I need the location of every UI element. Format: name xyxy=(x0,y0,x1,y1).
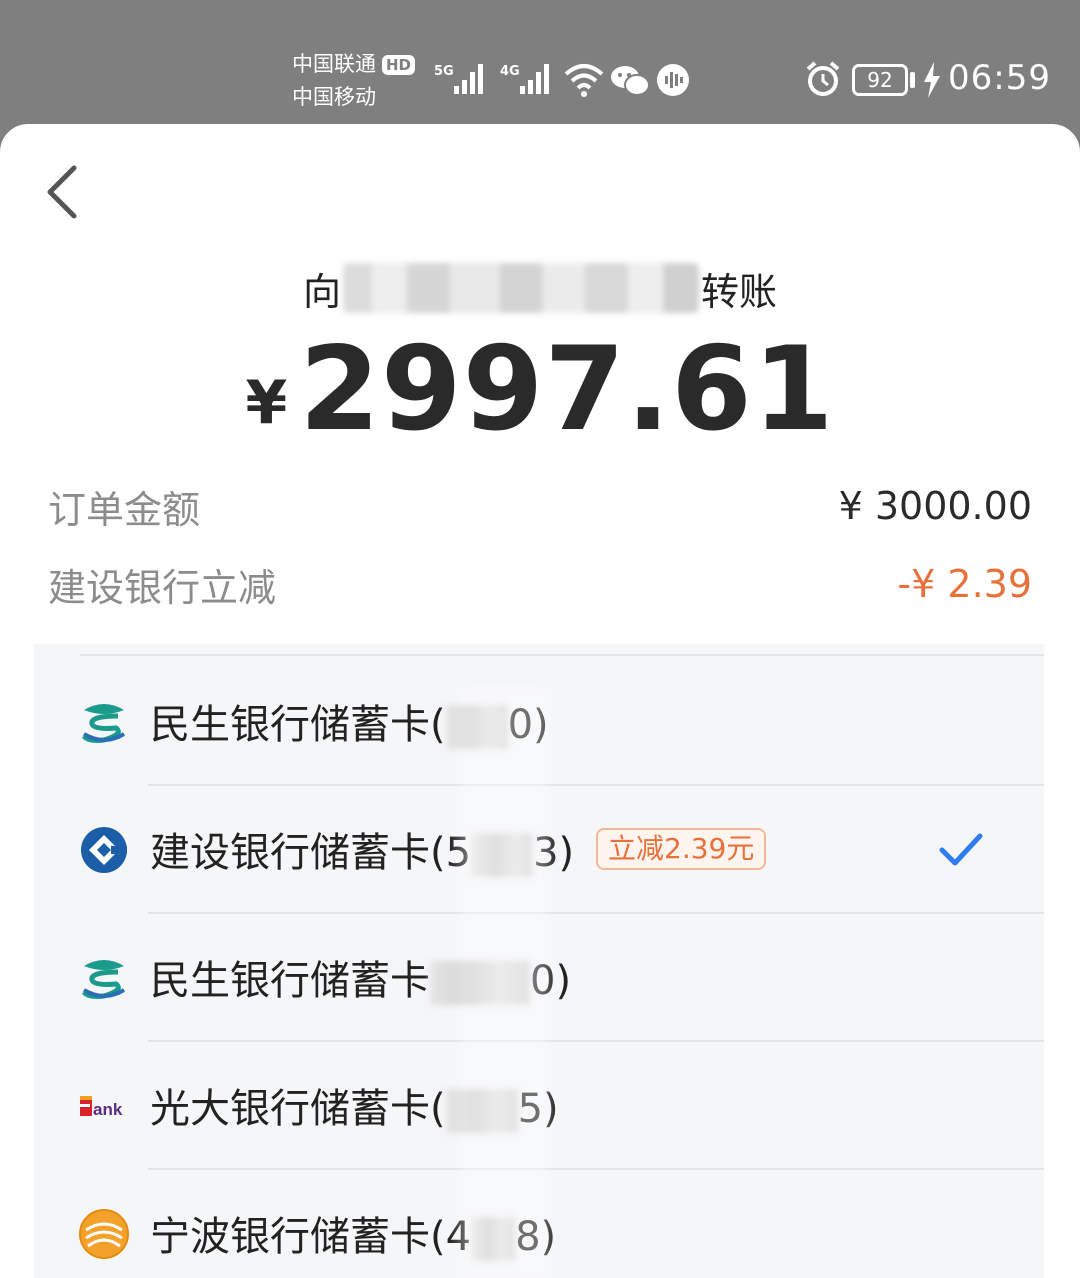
card-number-mask xyxy=(430,961,530,1005)
card-name: 民生银行储蓄卡(0) xyxy=(150,702,549,749)
discount-label: 建设银行立减 xyxy=(48,565,277,610)
carrier-info: 中国联通 HD 中国移动 xyxy=(292,48,416,114)
recipient-name-blurred xyxy=(343,263,699,313)
order-amount-value: ¥ 3000.00 xyxy=(838,484,1032,528)
signal-5g-label: 5G xyxy=(434,64,454,79)
transfer-recipient: 向 转账 xyxy=(0,256,1080,320)
wifi-icon xyxy=(564,64,604,97)
card-number-mask xyxy=(471,1217,516,1261)
discount-value: -¥ 2.39 xyxy=(897,562,1032,606)
order-amount-row: 订单金额 ¥ 3000.00 xyxy=(48,476,1032,536)
card-option-nbcb[interactable]: 宁波银行储蓄卡(4 8) xyxy=(34,1170,1044,1278)
clock: 06:59 xyxy=(948,58,1051,98)
card-name: 宁波银行储蓄卡(4 8) xyxy=(150,1214,557,1261)
battery-level: 92 xyxy=(867,68,893,92)
voice-icon xyxy=(657,64,689,96)
signal-4g-label: 4G xyxy=(500,64,520,79)
card-option-cmbc-1[interactable]: 民生银行储蓄卡(0) xyxy=(34,658,1044,786)
card-number-mask xyxy=(471,833,534,877)
recipient-suffix: 转账 xyxy=(701,269,778,314)
card-number-mask xyxy=(445,705,508,749)
signal-5g: 5G xyxy=(434,58,490,98)
signal-bars-icon xyxy=(520,64,549,94)
promo-badge: 立减2.39元 xyxy=(596,828,767,870)
signal-4g: 4G xyxy=(500,58,556,98)
chevron-left-icon[interactable] xyxy=(36,160,92,224)
svg-text:ank: ank xyxy=(93,1100,123,1119)
card-name: 民生银行储蓄卡 0) xyxy=(150,958,572,1005)
payment-sheet: 向 转账 ¥ 2997.61 订单金额 ¥ 3000.00 建设银行立减 -¥ … xyxy=(0,124,1080,1278)
card-option-ceb[interactable]: ank 光大银行储蓄卡(5) xyxy=(34,1042,1044,1170)
recipient-prefix: 向 xyxy=(302,269,341,314)
card-name: 建设银行储蓄卡(5 3) xyxy=(150,830,575,877)
card-name: 光大银行储蓄卡(5) xyxy=(150,1086,559,1133)
battery-icon: 92 xyxy=(852,64,908,96)
card-number-mask xyxy=(445,1089,518,1133)
hd-badge: HD xyxy=(382,54,416,75)
check-icon xyxy=(939,833,983,866)
currency-symbol: ¥ xyxy=(245,368,288,438)
ccb-bank-icon xyxy=(81,827,127,873)
order-amount-label: 订单金额 xyxy=(48,487,201,532)
charging-icon xyxy=(924,62,940,98)
nbcb-bank-icon xyxy=(79,1209,129,1259)
payment-card-list: 民生银行储蓄卡(0) 建设银行储蓄卡(5 3) 立减2.39元 民生银行储蓄卡… xyxy=(34,644,1044,1278)
cmbc-bank-icon xyxy=(81,960,126,999)
carrier-1-label: 中国联通 xyxy=(292,52,376,76)
alarm-icon xyxy=(806,61,840,96)
divider xyxy=(80,654,1044,656)
wechat-icon xyxy=(611,66,650,96)
card-option-ccb[interactable]: 建设银行储蓄卡(5 3) 立减2.39元 xyxy=(34,786,1044,914)
ebank-icon: ank xyxy=(80,1096,123,1119)
signal-bars-icon xyxy=(454,64,483,94)
status-bar: 中国联通 HD 中国移动 5G 4G 92 06:59 xyxy=(0,0,1080,124)
discount-row: 建设银行立减 -¥ 2.39 xyxy=(48,554,1032,614)
amount-value: 2997.61 xyxy=(299,322,835,457)
cmbc-bank-icon xyxy=(81,704,126,743)
carrier-2-label: 中国移动 xyxy=(292,85,376,109)
card-option-cmbc-2[interactable]: 民生银行储蓄卡 0) xyxy=(34,914,1044,1042)
payment-amount: ¥ 2997.61 xyxy=(0,320,1080,450)
battery-cap xyxy=(910,72,915,88)
